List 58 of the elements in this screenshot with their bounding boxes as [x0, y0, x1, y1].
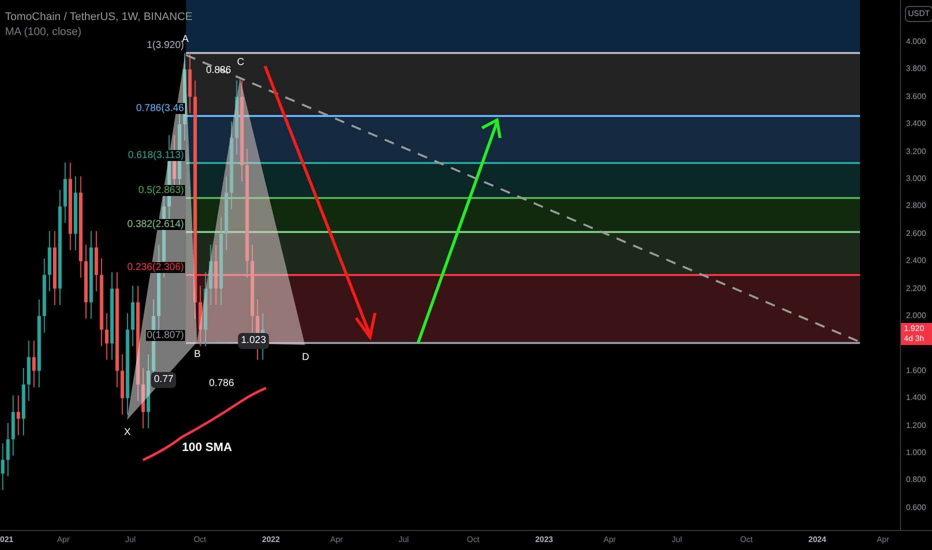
- candlestick: [1, 442, 4, 490]
- indicator-label: MA (100, close): [5, 25, 82, 40]
- ratio-label: 0.886: [205, 64, 232, 78]
- time-tick: 2022: [262, 536, 280, 544]
- candlestick: [105, 312, 108, 360]
- fib-level-label: 0.786(3.46: [135, 103, 185, 114]
- chart-title: TomoChain / TetherUS, 1W, BINANCE: [5, 10, 192, 25]
- price-tick: 3.800: [906, 65, 926, 74]
- price-tick: 2.000: [906, 312, 926, 320]
- bar-countdown: 4d 3h: [904, 334, 926, 344]
- candlestick: [131, 285, 134, 347]
- time-tick: 2023: [535, 536, 553, 544]
- currency-badge: USDT: [905, 6, 932, 22]
- fib-level-label: 0.382(2.614): [126, 219, 185, 230]
- time-tick: 021: [0, 536, 14, 544]
- pattern-point-label: D: [302, 353, 310, 363]
- time-tick: Apr: [604, 536, 616, 544]
- price-tick: 3.400: [906, 120, 926, 128]
- fib-level-label: 0.618(3.113): [127, 150, 185, 161]
- price-tick: 1.000: [906, 449, 926, 457]
- time-tick: Oct: [740, 536, 753, 544]
- pattern-point-label: X: [124, 428, 131, 438]
- price-tick: 1.200: [906, 422, 926, 430]
- ratio-label: 0.786: [208, 377, 236, 391]
- price-tick: 1.600: [906, 366, 926, 375]
- time-tick: Apr: [876, 536, 890, 544]
- ratio-label: 1.023: [238, 333, 270, 349]
- time-tick: Jul: [125, 536, 136, 544]
- pattern-point-label: B: [194, 350, 201, 360]
- time-tick: Oct: [194, 536, 206, 544]
- candlestick: [209, 244, 212, 306]
- price-tick: 2.800: [906, 202, 926, 210]
- price-tick: 2.600: [906, 230, 926, 238]
- price-tick: 3.000: [906, 175, 926, 183]
- ratio-label: 0.77: [151, 372, 176, 388]
- pattern-point-label: C: [237, 58, 244, 68]
- time-tick: Apr: [330, 536, 343, 544]
- price-tick: 0.800: [906, 476, 926, 484]
- last-price: 1.920: [904, 324, 926, 334]
- price-tick: 2.200: [906, 284, 926, 293]
- fib-level-label: 0.5(2.863): [137, 185, 185, 196]
- price-tick: 3.200: [906, 148, 926, 156]
- time-tick: 2024: [808, 536, 826, 544]
- price-tick: 1.400: [906, 394, 926, 402]
- time-tick: Oct: [466, 536, 480, 544]
- fib-level-label: 1(3.920): [146, 40, 185, 51]
- price-tick: 0.600: [906, 504, 926, 512]
- fib-level-label: 0(1.807): [146, 330, 185, 341]
- candlestick: [27, 340, 30, 402]
- price-tick: 3.600: [906, 92, 926, 101]
- fib-level-label: 0.236(2.306): [126, 262, 185, 273]
- time-tick: Apr: [57, 536, 70, 544]
- time-tick: Jul: [398, 536, 409, 544]
- price-tick: 4.000: [906, 38, 926, 46]
- sma-label: 100 SMA: [182, 439, 232, 456]
- time-tick: Jul: [672, 536, 682, 544]
- pattern-point-label: A: [182, 35, 189, 45]
- price-tick: 2.400: [906, 257, 926, 266]
